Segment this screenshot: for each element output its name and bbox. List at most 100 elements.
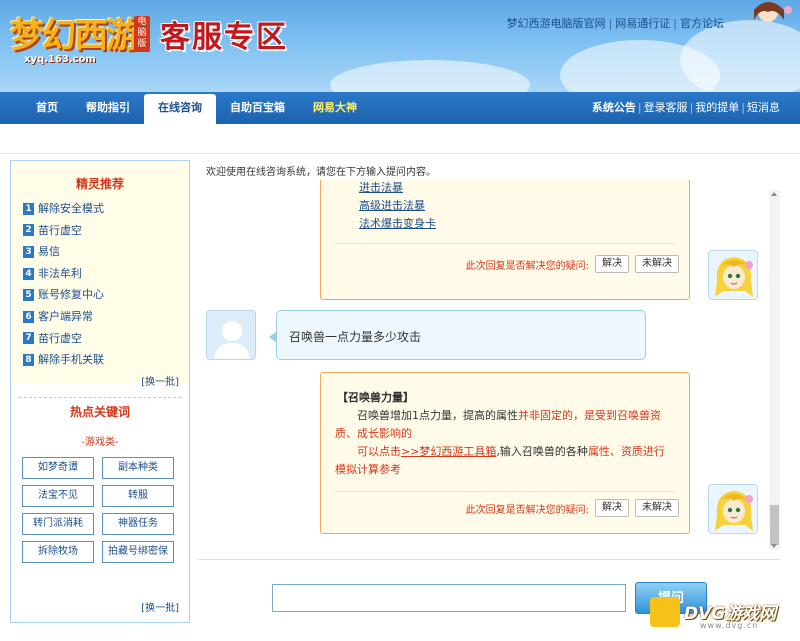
sub-bar: [0, 124, 800, 154]
keyword-button[interactable]: 拆除牧场: [22, 541, 94, 563]
keyword-button[interactable]: 如梦奇谭: [22, 457, 94, 479]
bot-link[interactable]: 高级进击法暴: [359, 197, 436, 215]
logo-url: xyq.163.com: [24, 54, 96, 65]
recommend-item[interactable]: 5 账号修复中心: [23, 284, 179, 306]
item-number: 6: [23, 310, 34, 323]
answer-text: 可以点击: [357, 445, 401, 458]
keywords-title: 热点关键词: [69, 405, 130, 419]
top-link-passport[interactable]: 网易通行证: [615, 17, 670, 30]
watermark-logo-icon: [650, 597, 680, 627]
site-watermark: DVG游戏网 www.dvg.cn: [650, 597, 795, 633]
scroll-up-icon[interactable]: [771, 192, 777, 196]
site-header: 梦幻西游 电脑版 xyq.163.com 客服专区 梦幻西游电脑版官网 | 网易通行…: [0, 0, 800, 92]
feedback-question: 此次回复是否解决您的疑问:: [465, 260, 589, 272]
separator: |: [637, 101, 642, 114]
divider: [335, 491, 675, 492]
recommend-item-label: 解除手机关联: [38, 353, 104, 367]
answer-text: ,输入召唤兽的各种: [496, 445, 588, 458]
solved-button[interactable]: 解决: [595, 255, 629, 273]
recommend-item-label: 客户端异常: [38, 309, 93, 323]
cloud-decoration: [330, 60, 530, 92]
scroll-thumb[interactable]: [770, 505, 779, 545]
bot-avatar: [708, 250, 758, 300]
tab-self-service[interactable]: 自助百宝箱: [216, 92, 299, 124]
bubble-tail: [269, 331, 277, 343]
item-number: 2: [23, 224, 34, 237]
tab-online-consult[interactable]: 在线咨询: [144, 94, 216, 124]
separator: |: [689, 101, 694, 114]
keyword-button[interactable]: 转服: [102, 485, 174, 507]
recommend-item-label: 易信: [38, 245, 60, 259]
nav-link-announcement[interactable]: 系统公告: [592, 101, 636, 114]
fairy-avatar-icon: [709, 251, 757, 299]
tab-help[interactable]: 帮助指引: [72, 92, 144, 124]
user-avatar: [206, 310, 256, 360]
question-input[interactable]: [272, 584, 626, 612]
recommend-item[interactable]: 3 易信: [23, 241, 179, 263]
fairy-avatar-icon: [709, 485, 757, 533]
unsolved-button[interactable]: 未解决: [635, 255, 679, 273]
recommend-item[interactable]: 2 苗行虚空: [23, 220, 179, 242]
top-links: 梦幻西游电脑版官网 | 网易通行证 | 官方论坛: [507, 15, 724, 31]
recommend-item[interactable]: 6 客户端异常: [23, 306, 179, 328]
tab-home[interactable]: 首页: [22, 92, 72, 124]
answer-title: 【召唤兽力量】: [337, 391, 414, 404]
item-number: 7: [23, 332, 34, 345]
main-nav: 首页 帮助指引 在线咨询 自助百宝箱 网易大神 系统公告 | 登录客服 | 我的提单 | 短…: [0, 92, 800, 124]
page-title: 客服专区: [160, 20, 288, 55]
toolbox-link[interactable]: >>梦幻西游工具箱: [401, 445, 496, 458]
recommend-item-label: 账号修复中心: [38, 288, 104, 302]
unsolved-button[interactable]: 未解决: [635, 499, 679, 517]
separator: |: [673, 17, 677, 30]
bot-link[interactable]: 法术爆击变身卡: [359, 215, 436, 233]
chat-log: 进击法暴 高级进击法暴 法术爆击变身卡 此次回复是否解决您的疑问: 解决 未解决: [198, 180, 780, 560]
feedback-bar: 此次回复是否解决您的疑问: 解决 未解决: [466, 255, 679, 273]
keyword-category: -游戏类-: [81, 437, 119, 448]
item-number: 1: [23, 202, 34, 215]
keyword-button[interactable]: 法宝不见: [22, 485, 94, 507]
answer-paragraph: 召唤兽增加1点力量，提高的属性并非固定的，是受到召唤兽资质、成长影响的: [335, 407, 675, 443]
keyword-button[interactable]: 神器任务: [102, 513, 174, 535]
bot-answer: 【召唤兽力量】 召唤兽增加1点力量，提高的属性并非固定的，是受到召唤兽资质、成长…: [320, 372, 690, 534]
tab-netease-dashen[interactable]: 网易大神: [299, 92, 371, 124]
bot-avatar: [708, 484, 758, 534]
welcome-text: 欢迎使用在线咨询系统，请您在下方输入提问内容。: [206, 167, 436, 178]
recommend-list: 1 解除安全模式 2 苗行虚空 3 易信 4 非法牟利 5 账号修复中心 6 客户端异常 7…: [23, 198, 179, 371]
scroll-down-icon[interactable]: [771, 544, 777, 548]
keyword-button[interactable]: 转门派消耗: [22, 513, 94, 535]
recommend-item-label: 苗行虚空: [38, 331, 82, 345]
separator: |: [741, 101, 745, 114]
nav-link-messages[interactable]: 短消息: [747, 101, 780, 114]
keyword-button[interactable]: 拍藏号绑密保: [102, 541, 174, 563]
top-link-official-site[interactable]: 梦幻西游电脑版官网: [507, 17, 606, 30]
user-avatar-icon: [207, 311, 255, 359]
item-number: 4: [23, 267, 34, 280]
bot-link[interactable]: 进击法暴: [359, 180, 436, 197]
game-logo[interactable]: 梦幻西游 电脑版 xyq.163.com: [10, 6, 155, 68]
feedback-bar: 此次回复是否解决您的疑问: 解决 未解决: [466, 499, 679, 517]
recommend-item-label: 苗行虚空: [38, 223, 82, 237]
sidebar: 精灵推荐 1 解除安全模式 2 苗行虚空 3 易信 4 非法牟利 5 账号修复中心 6 客户…: [10, 160, 190, 623]
recommend-item[interactable]: 8 解除手机关联: [23, 349, 179, 371]
item-number: 5: [23, 289, 34, 302]
solved-button[interactable]: 解决: [595, 499, 629, 517]
answer-paragraph: 可以点击>>梦幻西游工具箱,输入召唤兽的各种属性、资质进行模拟计算参考: [335, 443, 675, 479]
nav-link-login[interactable]: 登录客服: [644, 101, 688, 114]
logo-badge: 电脑版: [134, 16, 150, 52]
recommend-item[interactable]: 1 解除安全模式: [23, 198, 179, 220]
logo-text: 梦幻西游: [10, 16, 140, 56]
bot-message: 进击法暴 高级进击法暴 法术爆击变身卡 此次回复是否解决您的疑问: 解决 未解决: [320, 180, 690, 300]
refresh-recommend-button[interactable]: [换一批]: [141, 373, 179, 388]
character-decoration-icon: [754, 2, 792, 22]
user-message-text: 召唤兽一点力量多少攻击: [289, 330, 422, 344]
nav-link-my-tickets[interactable]: 我的提单: [695, 101, 739, 114]
top-link-forum[interactable]: 官方论坛: [680, 17, 724, 30]
recommend-item[interactable]: 4 非法牟利: [23, 263, 179, 285]
answer-text: 召唤兽增加1点力量，提高的属性: [357, 409, 518, 422]
chat-main: 欢迎使用在线咨询系统，请您在下方输入提问内容。 进击法暴 高级进击法暴 法术爆击…: [198, 160, 788, 625]
bot-link-list: 进击法暴 高级进击法暴 法术爆击变身卡: [359, 180, 436, 233]
refresh-keywords-button[interactable]: [换一批]: [141, 599, 179, 614]
recommend-item[interactable]: 7 苗行虚空: [23, 328, 179, 350]
chat-scrollbar[interactable]: [769, 190, 780, 550]
keyword-button[interactable]: 副本种类: [102, 457, 174, 479]
